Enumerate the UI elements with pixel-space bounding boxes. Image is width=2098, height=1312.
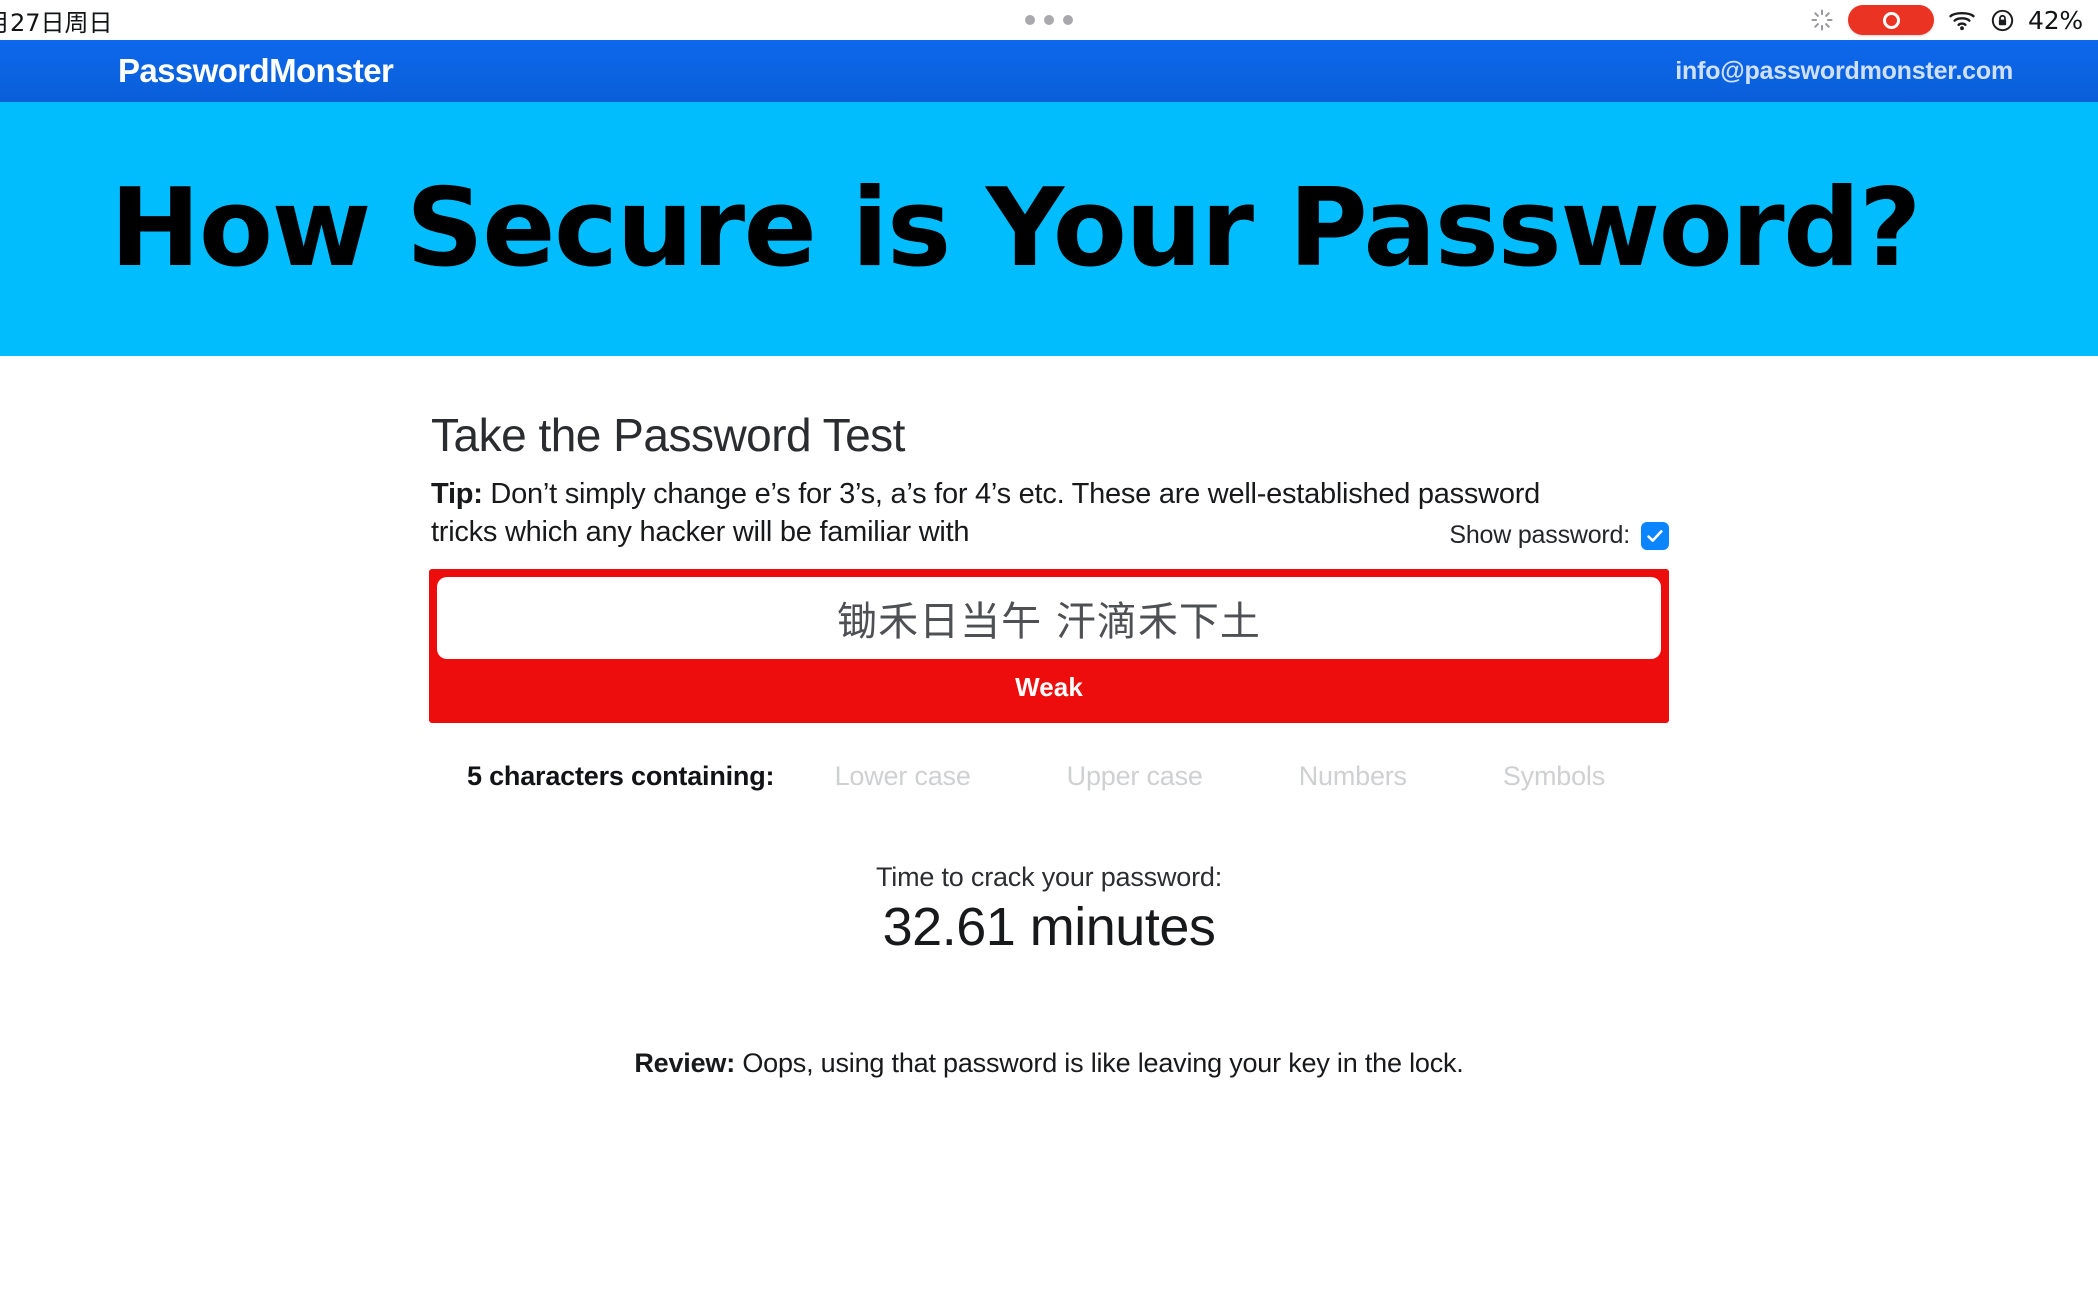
review-line: Review: Oops, using that password is lik… [429, 1048, 1669, 1079]
screen-recording-indicator[interactable] [1848, 5, 1934, 35]
site-header: PasswordMonster info@passwordmonster.com [0, 40, 2098, 102]
requirement-numbers: Numbers [1298, 761, 1407, 792]
requirements-row: 5 characters containing: Lower case Uppe… [429, 761, 1669, 792]
status-bar-right-cluster: 42% [1809, 5, 2086, 35]
tip-text: Tip: Don’t simply change e’s for 3’s, a’… [431, 476, 1611, 551]
checkmark-icon [1647, 529, 1663, 542]
record-ring-icon [1882, 11, 1900, 29]
dot-3 [1063, 15, 1073, 25]
requirement-symbols: Symbols [1502, 761, 1605, 792]
review-text: Oops, using that password is like leavin… [735, 1048, 1464, 1079]
show-password-control[interactable]: Show password: [1449, 521, 1669, 550]
tip-row: Tip: Don’t simply change e’s for 3’s, a’… [429, 476, 1669, 551]
crack-time-block: Time to crack your password: 32.61 minut… [429, 862, 1669, 958]
password-input[interactable] [437, 577, 1661, 660]
tip-body: Don’t simply change e’s for 3’s, a’s for… [431, 478, 1541, 548]
brand-logo[interactable]: PasswordMonster [118, 52, 394, 90]
requirements-list: Lower case Upper case Numbers Symbols [774, 761, 1625, 792]
password-strength-container: Weak [429, 569, 1669, 724]
show-password-checkbox[interactable] [1641, 521, 1669, 550]
section-heading: Take the Password Test [431, 409, 905, 461]
character-count-label: 5 characters containing: [467, 761, 775, 792]
page-title: How Secure is Your Password? [110, 166, 1922, 291]
battery-lock-icon[interactable] [1990, 8, 2015, 33]
content-container: Take the Password Test Tip: Don’t simply… [429, 408, 1669, 1079]
requirement-lower-case: Lower case [834, 761, 971, 792]
main-content: Take the Password Test Tip: Don’t simply… [0, 356, 2098, 1080]
tip-label: Tip: [431, 478, 483, 510]
dot-2 [1044, 15, 1054, 25]
battery-percentage: 42% [2028, 5, 2083, 35]
three-dots-icon[interactable] [1025, 15, 1073, 25]
review-label: Review: [634, 1048, 736, 1079]
requirement-upper-case: Upper case [1066, 761, 1203, 792]
crack-time-value: 32.61 minutes [882, 897, 1216, 958]
strength-label: Weak [1015, 671, 1083, 702]
dot-1 [1025, 15, 1035, 25]
hero-banner: How Secure is Your Password? [0, 102, 2098, 356]
loading-spinner-icon [1811, 9, 1833, 31]
show-password-label: Show password: [1449, 521, 1630, 550]
status-bar-date: 月27日周日 [0, 8, 113, 37]
contact-email-link[interactable]: info@passwordmonster.com [1675, 57, 2013, 86]
mac-status-bar: 月27日周日 [0, 0, 2098, 40]
wifi-icon[interactable] [1947, 8, 1977, 32]
crack-time-label: Time to crack your password: [875, 862, 1222, 893]
